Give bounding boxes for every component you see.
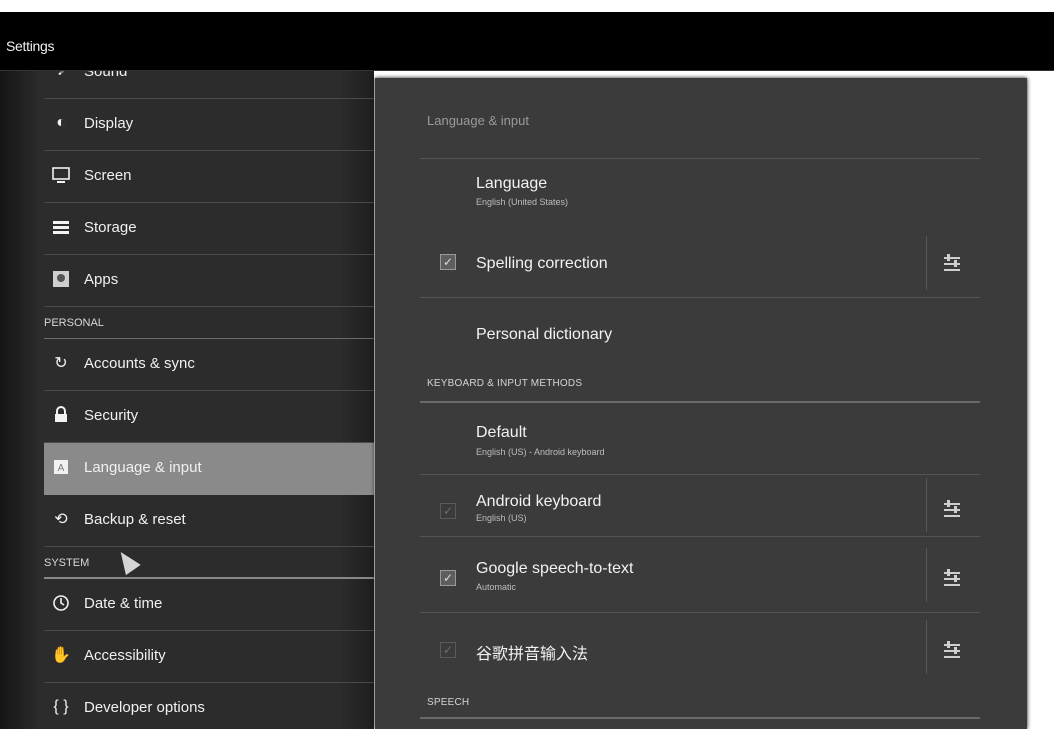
divider — [420, 536, 980, 537]
backup-icon: ⟲ — [54, 511, 68, 528]
google-speech-title: Google speech-to-text — [476, 560, 634, 577]
pinyin-title: 谷歌拼音输入法 — [476, 646, 589, 663]
divider — [926, 548, 927, 602]
section-divider — [420, 717, 980, 719]
sidebar-item-backup-reset[interactable]: ⟲ Backup & reset — [44, 495, 374, 547]
spelling-checkbox[interactable]: ✓ — [440, 254, 456, 270]
sidebar-item-label: Developer options — [84, 699, 205, 716]
storage-icon — [52, 218, 70, 236]
keyboard-section-header: KEYBOARD & INPUT METHODS — [427, 378, 583, 389]
google-speech-sub: Automatic — [476, 582, 517, 592]
sidebar-item-language-input[interactable]: A Language & input — [44, 443, 374, 495]
divider — [926, 620, 927, 674]
sidebar-item-accessibility[interactable]: ✋ Accessibility — [44, 631, 374, 683]
sidebar-item-label: Storage — [84, 219, 137, 236]
divider — [926, 236, 927, 290]
action-bar: Settings — [0, 12, 1054, 71]
speaker-icon: ♪ — [52, 71, 70, 80]
default-title: Default — [476, 424, 527, 441]
apps-icon — [52, 270, 70, 288]
sidebar-item-label: Accessibility — [84, 647, 166, 664]
pinyin-ime-row[interactable]: ✓ 谷歌拼音输入法 — [420, 614, 980, 676]
settings-sliders-icon[interactable] — [942, 499, 962, 519]
sidebar-item-screen[interactable]: Screen — [44, 151, 374, 203]
personal-section-header: PERSONAL — [44, 307, 374, 339]
sidebar-item-apps[interactable]: Apps — [44, 255, 374, 307]
page-title: Language & input — [427, 113, 529, 128]
svg-text:A: A — [58, 463, 65, 474]
settings-sliders-icon[interactable] — [942, 568, 962, 588]
app-title: Settings — [6, 38, 55, 54]
spelling-title: Spelling correction — [476, 255, 608, 272]
sidebar-item-security[interactable]: Security — [44, 391, 374, 443]
default-keyboard-row[interactable]: Default English (US) - Android keyboard — [420, 414, 980, 472]
hand-icon: ✋ — [51, 647, 71, 664]
language-value: English (United States) — [476, 197, 569, 207]
sidebar-item-display[interactable]: ◐ Display — [44, 99, 374, 151]
android-keyboard-row[interactable]: ✓ Android keyboard English (US) — [420, 475, 980, 532]
divider — [926, 478, 927, 532]
system-section-header: SYSTEM — [44, 547, 374, 579]
spelling-correction-row[interactable]: ✓ Spelling correction — [420, 235, 980, 291]
settings-sliders-icon[interactable] — [942, 253, 962, 273]
android-keyboard-sub: English (US) — [476, 513, 527, 523]
android-keyboard-checkbox[interactable]: ✓ — [440, 503, 456, 519]
sidebar-item-label: Security — [84, 407, 139, 424]
default-value: English (US) - Android keyboard — [476, 447, 605, 457]
brightness-icon: ◐ — [56, 114, 66, 131]
speech-section-header: SPEECH — [427, 697, 470, 708]
dictionary-title: Personal dictionary — [476, 326, 613, 343]
google-speech-row[interactable]: ✓ Google speech-to-text Automatic — [420, 548, 980, 604]
sidebar-item-accounts-sync[interactable]: ↻ Accounts & sync — [44, 339, 374, 391]
sync-icon: ↻ — [54, 355, 68, 372]
sidebar-item-label: Language & input — [84, 459, 202, 476]
android-keyboard-title: Android keyboard — [476, 493, 602, 510]
settings-sidebar: ♪ Sound ◐ Display Screen Storage Apps PE… — [0, 71, 374, 729]
lock-icon — [52, 406, 70, 424]
sidebar-item-date-time[interactable]: Date & time — [44, 579, 374, 631]
language-title: Language — [476, 175, 548, 192]
monitor-icon — [52, 166, 70, 184]
sidebar-item-label: Sound — [84, 71, 128, 80]
clock-icon — [52, 594, 70, 612]
language-icon: A — [52, 458, 70, 476]
sidebar-item-label: Apps — [84, 271, 119, 288]
divider — [420, 612, 980, 613]
braces-icon: { } — [53, 698, 69, 715]
pinyin-checkbox[interactable]: ✓ — [440, 642, 456, 658]
language-row[interactable]: Language English (United States) — [420, 159, 980, 215]
language-input-panel: Language & input Language English (Unite… — [375, 78, 1027, 729]
sidebar-item-developer-options[interactable]: { } Developer options — [44, 683, 374, 729]
personal-dictionary-row[interactable]: Personal dictionary — [420, 308, 980, 364]
settings-sliders-icon[interactable] — [942, 640, 962, 660]
section-divider — [420, 401, 980, 403]
divider — [420, 297, 980, 298]
sidebar-item-storage[interactable]: Storage — [44, 203, 374, 255]
sidebar-item-label: Backup & reset — [84, 511, 186, 528]
sidebar-item-label: Accounts & sync — [84, 355, 195, 372]
sidebar-item-sound[interactable]: ♪ Sound — [44, 71, 374, 99]
google-speech-checkbox[interactable]: ✓ — [440, 570, 456, 586]
sidebar-item-label: Date & time — [84, 595, 163, 612]
sidebar-item-label: Display — [84, 115, 134, 132]
sidebar-item-label: Screen — [84, 167, 132, 184]
